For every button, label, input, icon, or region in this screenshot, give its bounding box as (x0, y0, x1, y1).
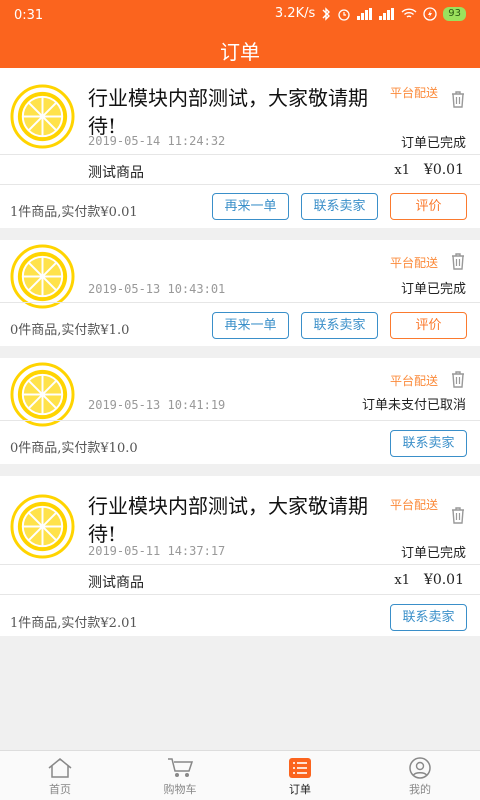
order-status: 订单已完成 (400, 546, 466, 561)
delivery-tag: 平台配送 (389, 86, 438, 100)
alarm-icon (338, 8, 350, 21)
status-bar: 0:31 3.2K/s 93 (0, 0, 480, 30)
delivery-tag: 平台配送 (389, 498, 438, 512)
reorder-button[interactable]: 再来一单 (212, 312, 289, 339)
order-summary: 0件商品,实付款¥1.0 (10, 323, 130, 338)
trash-icon[interactable] (450, 252, 466, 270)
signal-icon-2 (379, 7, 395, 20)
home-icon (48, 758, 72, 778)
cart-icon (168, 758, 194, 777)
product-name: 测试商品 (88, 165, 144, 181)
lemon-logo-icon (10, 84, 75, 149)
tab-cart[interactable]: 购物车 (120, 751, 240, 800)
product-price: ¥0.01 (423, 162, 464, 178)
order-status: 订单已完成 (400, 136, 466, 151)
status-time: 0:31 (14, 8, 44, 23)
page-title: 订单 (220, 40, 260, 64)
order-date: 2019-05-14 11:24:32 (88, 134, 226, 148)
order-summary: 0件商品,实付款¥10.0 (10, 441, 138, 456)
order-summary: 1件商品,实付款¥2.01 (10, 616, 138, 631)
contact-seller-button[interactable]: 联系卖家 (390, 430, 467, 457)
order-card[interactable]: 行业模块内部测试，大家敬请期待! 2019-05-11 14:37:17 平台配… (0, 476, 480, 636)
divider (0, 154, 480, 155)
order-title: 行业模块内部测试，大家敬请期待! (88, 494, 368, 546)
tab-label: 购物车 (163, 783, 197, 796)
delivery-tag: 平台配送 (389, 374, 438, 388)
order-card[interactable]: 行业模块内部测试，大家敬请期待! 2019-05-14 11:24:32 平台配… (0, 68, 480, 228)
product-price: ¥0.01 (423, 572, 464, 588)
order-card[interactable]: 2019-05-13 10:41:19 平台配送 订单未支付已取消 0件商品,实… (0, 358, 480, 464)
order-date: 2019-05-13 10:41:19 (88, 398, 226, 412)
lemon-logo-icon (10, 244, 75, 309)
tab-profile[interactable]: 我的 (360, 751, 480, 800)
order-title: 行业模块内部测试，大家敬请期待! (88, 86, 368, 138)
review-button[interactable]: 评价 (390, 193, 467, 220)
order-summary: 1件商品,实付款¥0.01 (10, 205, 138, 220)
product-qty: x1 (394, 163, 410, 178)
trash-icon[interactable] (450, 90, 466, 108)
bottom-tab-bar: 首页 购物车 订单 我的 (0, 750, 480, 800)
signal-icon (357, 7, 373, 20)
delivery-tag: 平台配送 (389, 256, 438, 270)
wifi-icon (401, 7, 417, 18)
tab-label: 我的 (409, 783, 431, 796)
tab-orders[interactable]: 订单 (240, 751, 360, 800)
product-name: 测试商品 (88, 575, 144, 591)
reorder-button[interactable]: 再来一单 (212, 193, 289, 220)
header: 0:31 3.2K/s 93 订单 (0, 0, 480, 68)
review-button[interactable]: 评价 (390, 312, 467, 339)
profile-icon (409, 757, 431, 779)
tab-label: 首页 (49, 783, 71, 796)
contact-seller-button[interactable]: 联系卖家 (390, 604, 467, 631)
order-date: 2019-05-13 10:43:01 (88, 282, 226, 296)
status-icons: 3.2K/s 93 (275, 6, 466, 21)
contact-seller-button[interactable]: 联系卖家 (301, 193, 378, 220)
lemon-logo-icon (10, 362, 75, 427)
divider (0, 594, 480, 595)
orders-icon (289, 758, 311, 778)
order-card[interactable]: 2019-05-13 10:43:01 平台配送 订单已完成 0件商品,实付款¥… (0, 240, 480, 346)
divider (0, 564, 480, 565)
lemon-logo-icon (10, 494, 75, 559)
order-status: 订单已完成 (400, 282, 466, 297)
order-status: 订单未支付已取消 (361, 398, 466, 413)
tab-home[interactable]: 首页 (0, 751, 120, 800)
divider (0, 302, 480, 303)
divider (0, 420, 480, 421)
divider (0, 184, 480, 185)
bluetooth-icon (322, 6, 331, 21)
network-speed: 3.2K/s (274, 6, 316, 21)
trash-icon[interactable] (450, 370, 466, 388)
battery-indicator: 93 (443, 6, 466, 21)
trash-icon[interactable] (450, 506, 466, 524)
product-qty: x1 (394, 573, 410, 588)
order-date: 2019-05-11 14:37:17 (88, 544, 226, 558)
tab-label: 订单 (289, 783, 311, 796)
contact-seller-button[interactable]: 联系卖家 (301, 312, 378, 339)
charging-icon (423, 6, 437, 21)
